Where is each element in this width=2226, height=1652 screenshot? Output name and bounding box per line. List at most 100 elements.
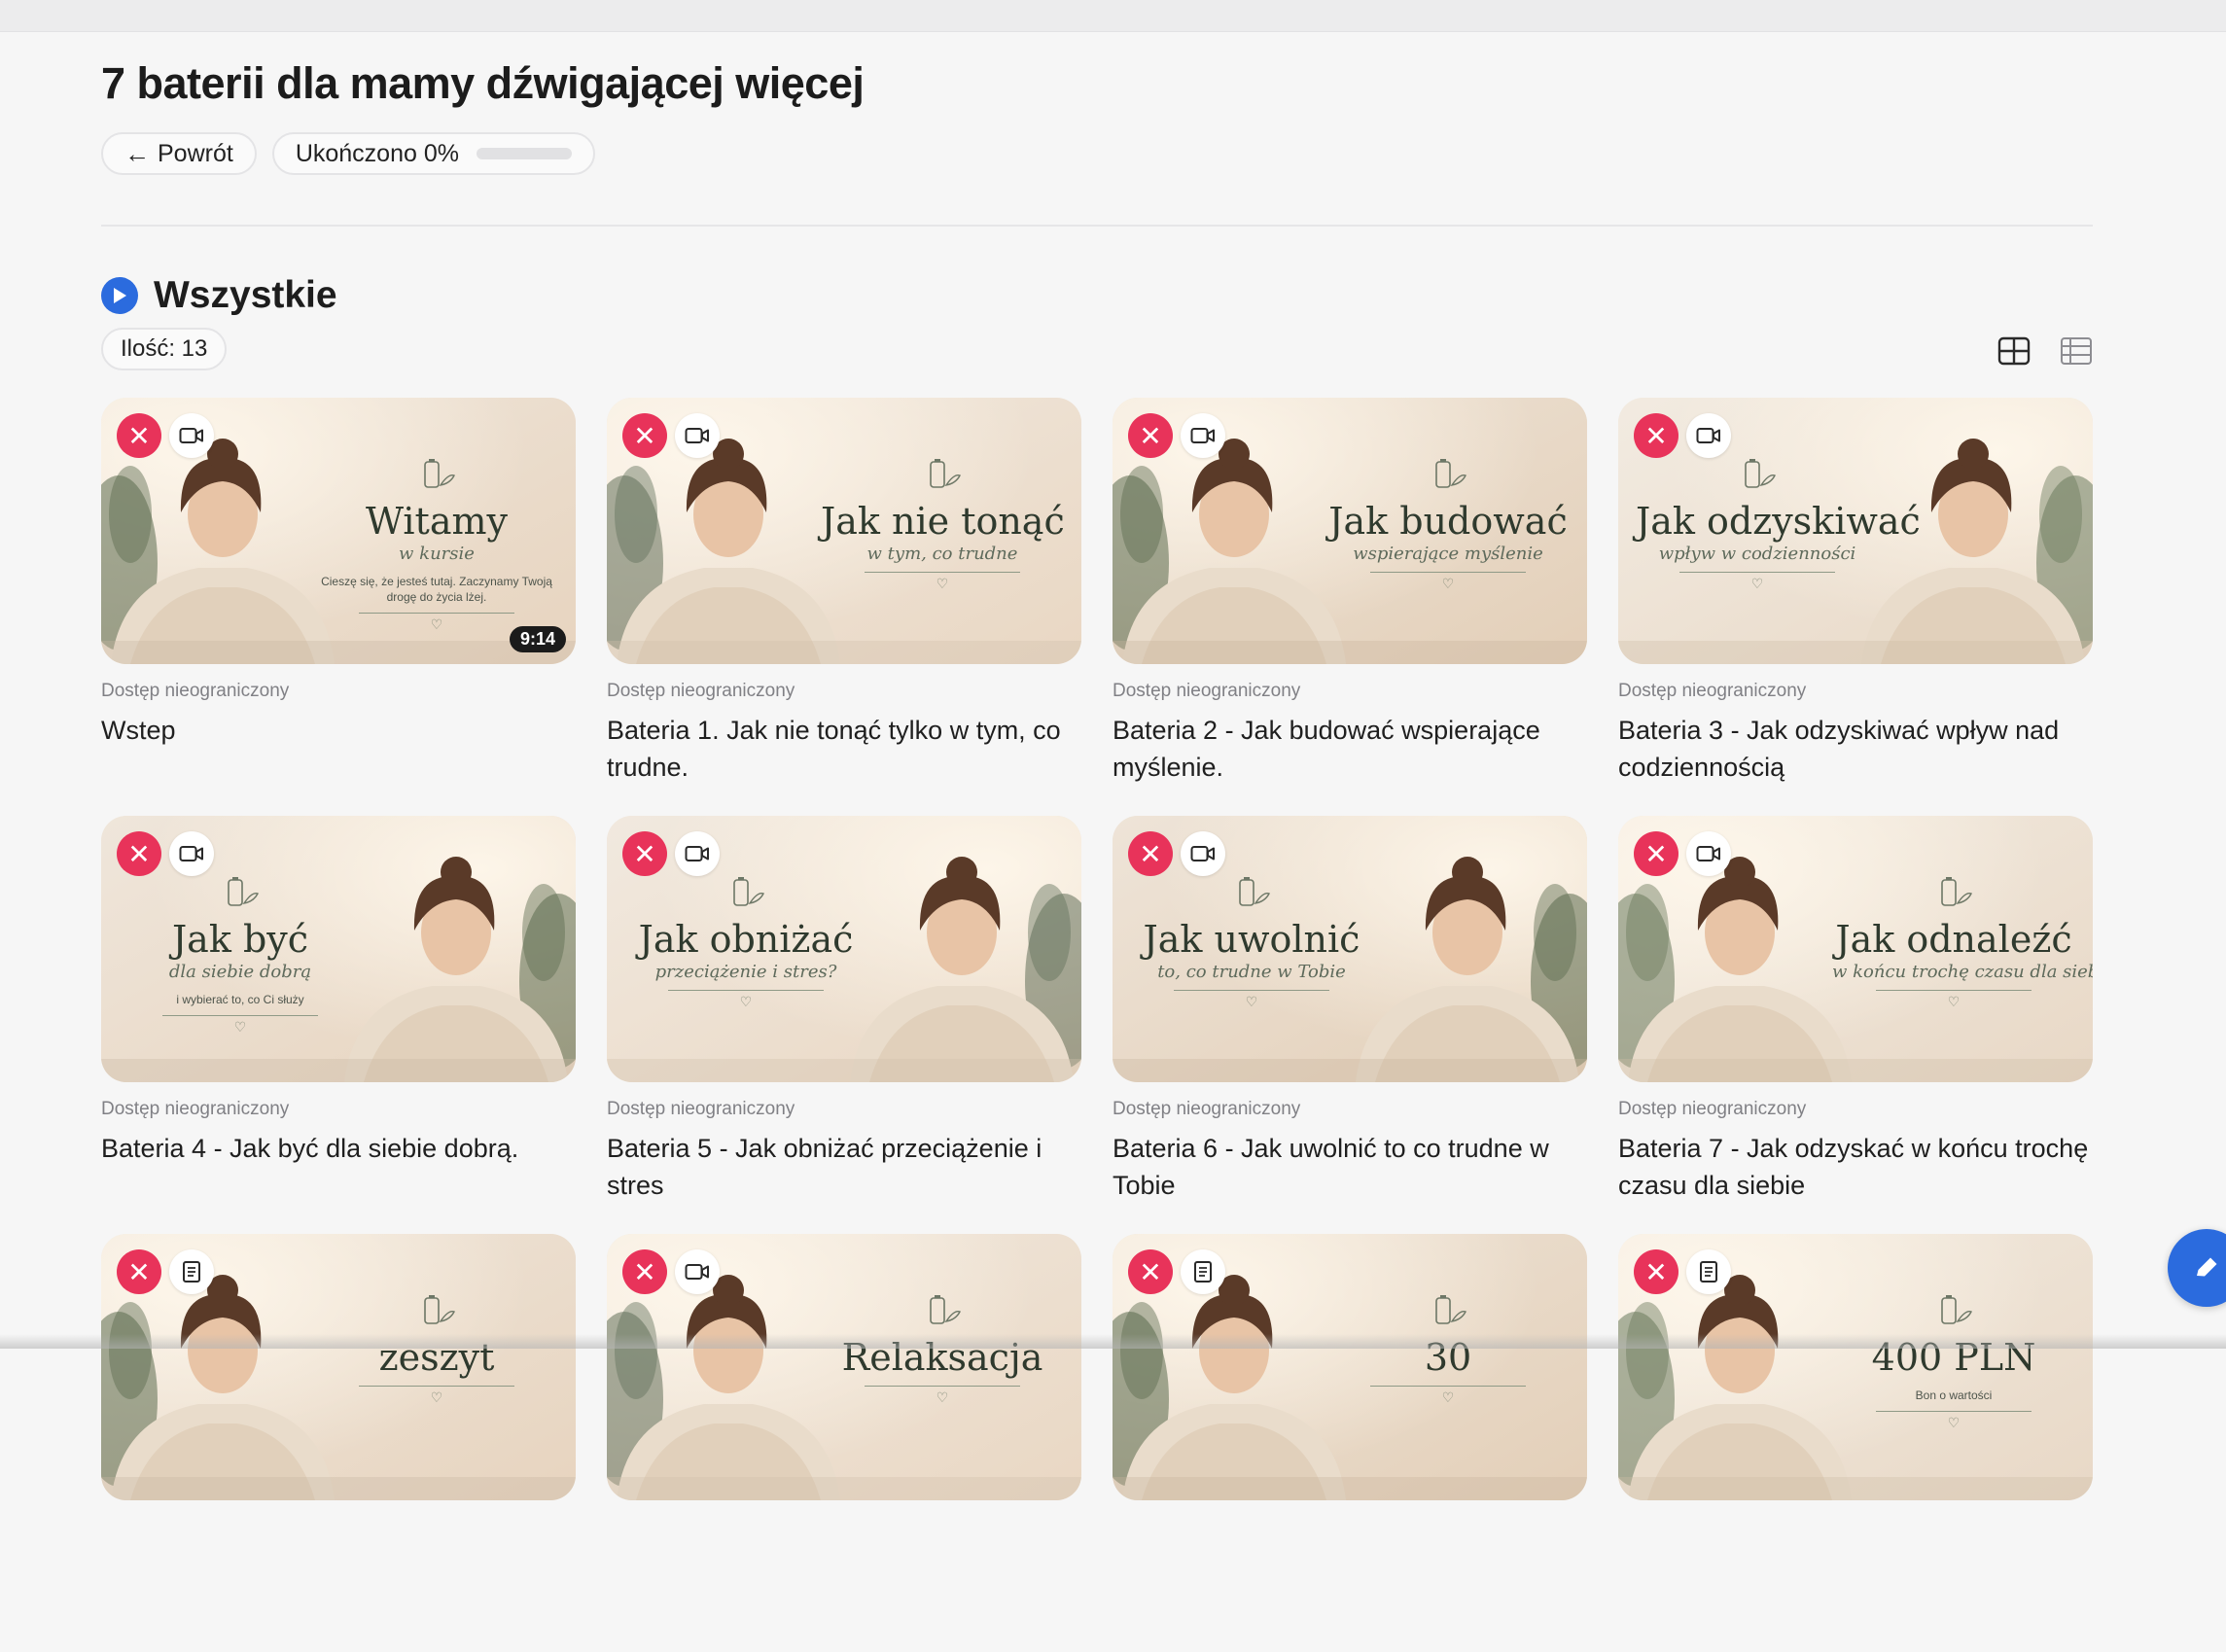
lesson-thumbnail[interactable]: Jak być dla siebie dobrą i wybierać to, co… [101, 816, 576, 1082]
remove-button[interactable]: ✕ [622, 831, 667, 876]
remove-button[interactable]: ✕ [1634, 413, 1678, 458]
header-actions: ← Powrót Ukończono 0% [101, 132, 595, 175]
video-icon [169, 831, 214, 876]
battery-leaf-icon [1941, 877, 1972, 906]
battery-leaf-icon [1435, 459, 1466, 488]
video-icon [675, 413, 720, 458]
lesson-title[interactable]: Wstep [101, 712, 576, 749]
lesson-thumbnail[interactable]: 400 PLN Bon o wartości ♡ ✕ [1618, 1234, 2093, 1500]
lesson-card[interactable]: Jak odzyskiwać wpływ w codzienności ♡ ✕ D… [1618, 398, 2093, 816]
lesson-title[interactable]: Bateria 1. Jak nie tonąć tylko w tym, co… [607, 712, 1081, 786]
thumbnail-heading: Witamy [366, 500, 508, 543]
table-view-icon[interactable] [2060, 336, 2093, 366]
remove-button[interactable]: ✕ [1634, 831, 1678, 876]
heart-icon: ♡ [936, 1389, 949, 1406]
lesson-thumbnail[interactable]: Jak odnaleźć w końcu trochę czasu dla sie… [1618, 816, 2093, 1082]
lesson-thumbnail[interactable]: Jak budować wspierające myślenie ♡ ✕ [1113, 398, 1587, 664]
lesson-thumbnail[interactable]: Jak obniżać przeciążenie i stres? ♡ ✕ [607, 816, 1081, 1082]
remove-button[interactable]: ✕ [1128, 1249, 1173, 1294]
lesson-card[interactable]: zeszyt ♡ ✕ [101, 1234, 576, 1652]
remove-button[interactable]: ✕ [117, 413, 161, 458]
lesson-thumbnail[interactable]: 30 ♡ ✕ [1113, 1234, 1587, 1500]
close-icon: ✕ [633, 838, 656, 869]
thumbnail-divider [1370, 1385, 1526, 1387]
thumbnail-title-overlay: Jak odnaleźć w końcu trochę czasu dla sie… [1832, 872, 2093, 1010]
remove-button[interactable]: ✕ [1634, 1249, 1678, 1294]
lesson-card[interactable]: Jak obniżać przeciążenie i stres? ♡ ✕ Dos… [607, 816, 1081, 1234]
access-label: Dostęp nieograniczony [101, 1099, 290, 1119]
remove-button[interactable]: ✕ [1128, 413, 1173, 458]
thumbnail-subheading: w kursie [399, 543, 475, 564]
battery-leaf-icon [930, 459, 961, 488]
thumbnail-title-overlay: 400 PLN Bon o wartości ♡ [1832, 1290, 2075, 1431]
access-label: Dostęp nieograniczony [1113, 1099, 1301, 1119]
lesson-thumbnail[interactable]: Witamy w kursie Cieszę się, że jesteś tuta… [101, 398, 576, 664]
back-button[interactable]: ← Powrót [101, 132, 257, 175]
remove-button[interactable]: ✕ [1128, 831, 1173, 876]
thumbnail-subheading: dla siebie dobrą [168, 961, 312, 982]
remove-button[interactable]: ✕ [117, 1249, 161, 1294]
lesson-card[interactable]: Witamy w kursie Cieszę się, że jesteś tuta… [101, 398, 576, 816]
remove-button[interactable]: ✕ [622, 1249, 667, 1294]
lesson-title[interactable]: Bateria 2 - Jak budować wspierające myśl… [1113, 712, 1587, 786]
grid-view-icon[interactable] [1997, 336, 2031, 366]
lesson-card[interactable]: Relaksacja ♡ ✕ [607, 1234, 1081, 1652]
lesson-title[interactable]: Bateria 3 - Jak odzyskiwać wpływ nad cod… [1618, 712, 2093, 786]
thumbnail-subheading: wspierające myślenie [1353, 543, 1543, 564]
lesson-card[interactable]: Jak uwolnić to, co trudne w Tobie ♡ ✕ Dos… [1113, 816, 1587, 1234]
thumbnail-divider [1679, 571, 1835, 573]
lesson-card[interactable]: Jak odnaleźć w końcu trochę czasu dla sie… [1618, 816, 2093, 1234]
section-header: Wszystkie [101, 274, 337, 317]
remove-button[interactable]: ✕ [622, 413, 667, 458]
thumbnail-heading: Jak odnaleźć [1835, 918, 2072, 961]
lesson-thumbnail[interactable]: Jak uwolnić to, co trudne w Tobie ♡ ✕ [1113, 816, 1587, 1082]
lesson-title[interactable]: Bateria 6 - Jak uwolnić to co trudne w T… [1113, 1130, 1587, 1204]
thumbnail-heading: Jak być [171, 918, 309, 961]
heart-icon: ♡ [430, 1389, 443, 1406]
heart-icon: ♡ [1947, 994, 1961, 1010]
lesson-thumbnail[interactable]: Relaksacja ♡ ✕ [607, 1234, 1081, 1500]
document-icon [1686, 1249, 1731, 1294]
thumbnail-heading: Jak obniżać [638, 918, 854, 961]
lesson-thumbnail[interactable]: Jak odzyskiwać wpływ w codzienności ♡ ✕ [1618, 398, 2093, 664]
lesson-card[interactable]: 30 ♡ ✕ [1113, 1234, 1587, 1652]
lesson-card[interactable]: Jak być dla siebie dobrą i wybierać to, co… [101, 816, 576, 1234]
close-icon: ✕ [1139, 420, 1162, 451]
access-label: Dostęp nieograniczony [1618, 681, 1807, 701]
thumbnail-divider [668, 989, 824, 991]
thumbnail-divider [865, 1385, 1020, 1387]
lesson-thumbnail[interactable]: Jak nie tonąć w tym, co trudne ♡ ✕ [607, 398, 1081, 664]
heart-icon: ♡ [1947, 1416, 1961, 1432]
close-icon: ✕ [1139, 838, 1162, 869]
lesson-card[interactable]: 400 PLN Bon o wartości ♡ ✕ [1618, 1234, 2093, 1652]
lesson-thumbnail[interactable]: zeszyt ♡ ✕ [101, 1234, 576, 1500]
lesson-count-badge: Ilość: 13 [101, 328, 228, 370]
remove-button[interactable]: ✕ [117, 831, 161, 876]
progress-pill: Ukończono 0% [271, 132, 595, 175]
battery-leaf-icon [424, 459, 455, 488]
lesson-title[interactable]: Bateria 4 - Jak być dla siebie dobrą. [101, 1130, 576, 1167]
thumbnail-heading: Jak uwolnić [1143, 918, 1360, 961]
close-icon: ✕ [1139, 1256, 1162, 1287]
lesson-card[interactable]: Jak nie tonąć w tym, co trudne ♡ ✕ Dostęp… [607, 398, 1081, 816]
battery-leaf-icon [228, 877, 259, 906]
lesson-title[interactable]: Bateria 7 - Jak odzyskać w końcu trochę … [1618, 1130, 2093, 1204]
lesson-card[interactable]: Jak budować wspierające myślenie ♡ ✕ Dost… [1113, 398, 1587, 816]
thumbnail-title-overlay: Witamy w kursie Cieszę się, że jesteś tuta… [315, 454, 558, 633]
close-icon: ✕ [1644, 1256, 1668, 1287]
thumbnail-divider [1370, 571, 1526, 573]
thumbnail-title-overlay: Jak obniżać przeciążenie i stres? ♡ [624, 872, 867, 1010]
heart-icon: ♡ [1245, 994, 1258, 1010]
edit-fab-button[interactable] [2168, 1229, 2226, 1307]
video-icon [169, 413, 214, 458]
heart-icon: ♡ [1441, 1389, 1455, 1406]
battery-leaf-icon [930, 1295, 961, 1324]
lesson-title[interactable]: Bateria 5 - Jak obniżać przeciążenie i s… [607, 1130, 1081, 1204]
video-icon [675, 1249, 720, 1294]
thumbnail-divider [1876, 1411, 2032, 1413]
thumbnail-divider [865, 571, 1020, 573]
browser-top-bar [0, 0, 2226, 32]
thumbnail-divider [359, 613, 514, 615]
access-label: Dostęp nieograniczony [607, 1099, 795, 1119]
video-icon [1686, 413, 1731, 458]
